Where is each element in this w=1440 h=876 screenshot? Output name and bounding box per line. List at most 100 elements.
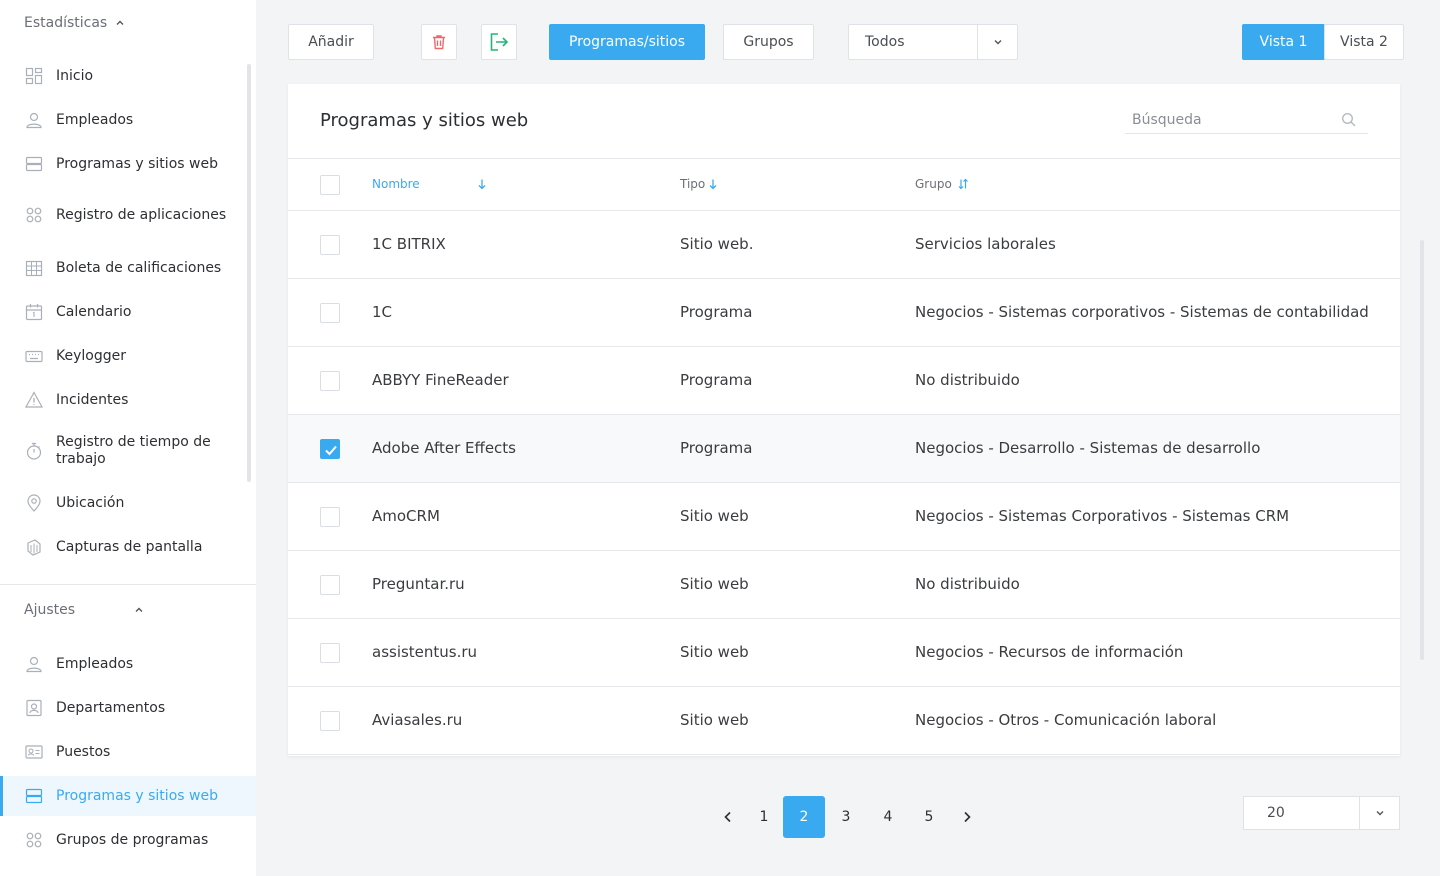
warning-icon <box>24 391 44 408</box>
sidebar-item-label: Grupos de programas <box>56 831 209 848</box>
export-button[interactable] <box>481 24 517 60</box>
cell-name: AmoCRM <box>372 507 440 525</box>
filter-select[interactable]: Todos <box>848 24 1018 60</box>
sidebar-item-settings-5[interactable]: Grupos de programas <box>0 820 256 860</box>
sidebar-item-label: Empleados <box>56 655 134 672</box>
sidebar-item-settings-1[interactable]: Empleados <box>0 644 256 684</box>
cell-group: No distribuido <box>915 575 1020 593</box>
chevron-up-icon <box>116 20 124 25</box>
view1-button[interactable]: Vista 1 <box>1242 24 1325 60</box>
sidebar-item-label: Capturas de pantalla <box>56 538 203 555</box>
table-row[interactable]: Aviasales.ru Sitio web Negocios - Otros - … <box>288 687 1400 755</box>
sidebar-item-stats-10[interactable]: Ubicación <box>0 484 256 522</box>
row-checkbox[interactable] <box>320 711 340 731</box>
sidebar-item-stats-4[interactable]: Registro de aplicaciones <box>0 189 256 241</box>
search-input[interactable] <box>1125 111 1335 128</box>
sidebar-item-label: Ubicación <box>56 494 125 511</box>
delete-button[interactable] <box>421 24 457 60</box>
sidebar-item-settings-2[interactable]: Departamentos <box>0 688 256 728</box>
sidebar-item-stats-2[interactable]: Empleados <box>0 101 256 139</box>
search-box <box>1125 106 1368 134</box>
tab-groups[interactable]: Grupos <box>723 24 814 60</box>
row-checkbox[interactable] <box>320 235 340 255</box>
sidebar-item-label: Programas y sitios web <box>56 787 218 804</box>
table-row[interactable]: Preguntar.ru Sitio web No distribuido <box>288 551 1400 619</box>
cell-name: Aviasales.ru <box>372 711 463 729</box>
page-button-1[interactable]: 1 <box>743 796 785 838</box>
stats-section-toggle[interactable]: Estadísticas <box>24 15 125 31</box>
next-page-button[interactable] <box>946 796 988 838</box>
row-checkbox[interactable] <box>320 371 340 391</box>
cell-type: Programa <box>680 439 753 457</box>
sidebar-item-label: Inicio <box>56 67 94 84</box>
sort-down-icon <box>709 179 717 190</box>
row-checkbox[interactable] <box>320 507 340 527</box>
sidebar-scrollbar[interactable] <box>247 64 251 482</box>
cell-name: 1C BITRIX <box>372 235 446 253</box>
content-scrollbar[interactable] <box>1420 240 1424 660</box>
cell-group: Negocios - Sistemas corporativos - Siste… <box>915 303 1369 321</box>
row-checkbox[interactable] <box>320 575 340 595</box>
sidebar-divider <box>0 584 256 585</box>
page-button-4[interactable]: 4 <box>867 796 909 838</box>
sidebar-item-stats-6[interactable]: Calendario <box>0 293 256 331</box>
cell-type: Programa <box>680 303 753 321</box>
sidebar-item-stats-8[interactable]: Incidentes <box>0 381 256 419</box>
page-button-3[interactable]: 3 <box>825 796 867 838</box>
table-row[interactable]: ABBYY FineReader Programa No distribuido <box>288 347 1400 415</box>
calendar-icon <box>25 304 43 321</box>
stopwatch-icon <box>26 442 42 460</box>
column-header-group[interactable]: Grupo <box>915 177 969 191</box>
sidebar-item-stats-11[interactable]: Capturas de pantalla <box>0 528 256 566</box>
chevron-down-icon <box>1376 811 1383 816</box>
chevron-right-icon <box>964 811 971 823</box>
sidebar-item-label: Incidentes <box>56 391 129 408</box>
row-checkbox[interactable] <box>320 303 340 323</box>
select-all-checkbox[interactable] <box>320 175 340 195</box>
programs-card: Programas y sitios web Nombre Tipo Grupo… <box>288 84 1400 756</box>
cell-name: Adobe After Effects <box>372 439 516 457</box>
page-button-2[interactable]: 2 <box>783 796 825 838</box>
row-checkbox[interactable] <box>320 643 340 663</box>
row-checkbox[interactable] <box>320 439 340 459</box>
filter-select-arrow[interactable] <box>977 25 1017 59</box>
table-row[interactable]: 1C Programa Negocios - Sistemas corporativ… <box>288 279 1400 347</box>
sidebar-item-label: Registro de tiempo de trabajo <box>56 434 211 467</box>
table-row[interactable]: Adobe After Effects Programa Negocios - De… <box>288 415 1400 483</box>
settings-section-label: Ajustes <box>24 602 76 618</box>
sidebar-item-settings-3[interactable]: Puestos <box>0 732 256 772</box>
cell-group: Servicios laborales <box>915 235 1056 253</box>
cell-group: Negocios - Sistemas Corporativos - Siste… <box>915 507 1290 525</box>
sidebar-item-settings-4[interactable]: Programas y sitios web <box>0 776 256 816</box>
sidebar-item-stats-3[interactable]: Programas y sitios web <box>0 145 256 183</box>
sidebar-item-stats-1[interactable]: Inicio <box>0 57 256 95</box>
sidebar-item-label: Keylogger <box>56 347 126 364</box>
per-page-arrow[interactable] <box>1359 797 1399 829</box>
tab-programs-sites[interactable]: Programas/sitios <box>549 24 705 60</box>
search-icon[interactable] <box>1341 112 1357 128</box>
sidebar-item-label: Calendario <box>56 303 132 320</box>
sidebar-item-label: Programas y sitios web <box>56 155 218 172</box>
table-row[interactable]: AmoCRM Sitio web Negocios - Sistemas Corpo… <box>288 483 1400 551</box>
table-row[interactable]: 1C BITRIX Sitio web. Servicios laborales <box>288 211 1400 279</box>
chevron-up-icon <box>135 607 143 612</box>
column-header-name[interactable]: Nombre <box>372 177 488 191</box>
server-icon <box>25 788 43 804</box>
column-header-type[interactable]: Tipo <box>680 177 719 191</box>
cell-group: No distribuido <box>915 371 1020 389</box>
cell-type: Sitio web. <box>680 235 754 253</box>
table-row[interactable]: assistentus.ru Sitio web Negocios - Recurs… <box>288 619 1400 687</box>
user-icon <box>26 656 42 673</box>
settings-section-toggle[interactable]: Ajustes <box>24 602 144 618</box>
trash-icon <box>433 35 445 50</box>
sidebar: Estadísticas Inicio Empleados Programas y … <box>0 0 256 876</box>
sidebar-item-stats-7[interactable]: Keylogger <box>0 337 256 375</box>
add-button[interactable]: Añadir <box>288 24 374 60</box>
sidebar-item-stats-5[interactable]: Boleta de calificaciones <box>0 249 256 287</box>
dashboard-icon <box>25 67 43 85</box>
sort-down-icon <box>478 179 486 190</box>
page-button-5[interactable]: 5 <box>908 796 950 838</box>
view2-button[interactable]: Vista 2 <box>1324 24 1404 60</box>
per-page-select[interactable]: 20 <box>1243 796 1400 830</box>
sidebar-item-stats-9[interactable]: Registro de tiempo de trabajo <box>0 425 256 477</box>
